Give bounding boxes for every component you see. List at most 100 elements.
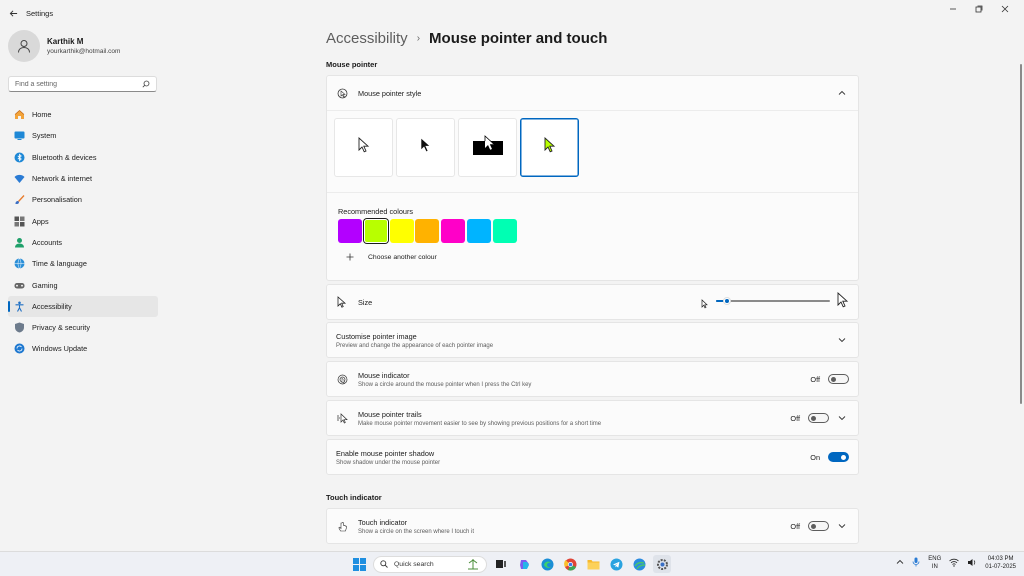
sidebar-item-time-language[interactable]: Time & language	[8, 253, 158, 274]
colour-swatch[interactable]	[364, 219, 388, 243]
page-title: Mouse pointer and touch	[429, 30, 607, 47]
sidebar-item-home[interactable]: Home	[8, 104, 158, 125]
search-box[interactable]	[8, 76, 157, 92]
sidebar-item-label: Windows Update	[32, 344, 87, 353]
touch-indicator-toggle[interactable]	[808, 521, 829, 531]
app-title: Settings	[26, 9, 53, 18]
touch-indicator-title: Touch indicator	[358, 518, 790, 527]
pointer-style-custom[interactable]	[520, 118, 579, 177]
pointer-style-options	[334, 118, 579, 177]
scrollbar[interactable]	[1020, 64, 1022, 404]
sidebar-item-system[interactable]: System	[8, 125, 158, 146]
microphone-icon[interactable]	[912, 557, 920, 569]
size-label: Size	[358, 298, 849, 307]
sidebar-item-gaming[interactable]: Gaming	[8, 274, 158, 295]
size-slider[interactable]	[716, 300, 830, 302]
pointer-shadow-toggle[interactable]	[828, 452, 849, 462]
touch-indicator-state: Off	[790, 522, 800, 531]
large-pointer-icon	[837, 292, 849, 313]
colour-swatch[interactable]	[493, 219, 517, 243]
mouse-indicator-title: Mouse indicator	[358, 371, 810, 380]
sidebar-item-label: Apps	[32, 217, 49, 226]
chevron-down-icon[interactable]	[835, 335, 849, 345]
sidebar-item-bluetooth[interactable]: Bluetooth & devices	[8, 147, 158, 168]
sidebar-item-network[interactable]: Network & internet	[8, 168, 158, 189]
profile[interactable]: Karthik M yourkarthik@hotmail.com	[8, 30, 120, 62]
language-region: IN	[928, 563, 941, 571]
mouse-indicator-toggle[interactable]	[828, 374, 849, 384]
minimize-icon[interactable]	[940, 0, 966, 18]
clock[interactable]: 04:03 PM 01-07-2025	[985, 555, 1016, 571]
section-title-mouse-pointer: Mouse pointer	[326, 60, 377, 69]
pointer-trails-state: Off	[790, 414, 800, 423]
colour-swatch[interactable]	[415, 219, 439, 243]
sidebar-item-label: System	[32, 131, 56, 140]
taskbar-search-label: Quick search	[394, 561, 466, 568]
chrome-icon[interactable]	[561, 555, 579, 573]
chevron-up-icon[interactable]	[896, 559, 904, 567]
mouse-indicator-icon	[336, 373, 348, 385]
settings-app-icon[interactable]	[653, 555, 671, 573]
breadcrumb-parent[interactable]: Accessibility	[326, 30, 408, 47]
pointer-style-header[interactable]: Mouse pointer style	[327, 76, 858, 111]
touch-icon	[336, 520, 348, 532]
touch-indicator-card: Touch indicator Show a circle on the scr…	[326, 508, 859, 544]
windows-start-icon[interactable]	[350, 555, 368, 573]
sidebar-item-label: Privacy & security	[32, 323, 90, 332]
customise-pointer-card[interactable]: Customise pointer image Preview and chan…	[326, 322, 859, 358]
pointer-trails-toggle[interactable]	[808, 413, 829, 423]
restore-icon[interactable]	[966, 0, 992, 18]
language-indicator[interactable]: ENG IN	[928, 555, 941, 571]
chevron-down-icon[interactable]	[835, 413, 849, 423]
sidebar-item-label: Bluetooth & devices	[32, 153, 97, 162]
sidebar-item-personalisation[interactable]: Personalisation	[8, 189, 158, 210]
black-pointer-icon	[420, 137, 432, 158]
home-icon	[14, 109, 25, 120]
clock-time: 04:03 PM	[985, 555, 1016, 563]
pointer-trails-desc: Make mouse pointer movement easier to se…	[358, 421, 790, 427]
pointer-style-card: Mouse pointer style Recommended colours …	[326, 75, 859, 281]
volume-icon[interactable]	[967, 558, 977, 569]
custom-colour-pointer-icon	[544, 137, 556, 158]
pointer-shadow-state: On	[810, 453, 820, 462]
colour-swatch[interactable]	[338, 219, 362, 243]
pointer-style-white[interactable]	[334, 118, 393, 177]
telegram-icon[interactable]	[607, 555, 625, 573]
close-icon[interactable]	[992, 0, 1018, 18]
colour-swatch[interactable]	[390, 219, 414, 243]
colour-swatch[interactable]	[467, 219, 491, 243]
back-arrow-icon[interactable]	[0, 0, 26, 26]
wifi-icon	[14, 173, 25, 184]
sidebar-item-label: Accounts	[32, 238, 62, 247]
pointer-style-black[interactable]	[396, 118, 455, 177]
sidebar-item-privacy[interactable]: Privacy & security	[8, 317, 158, 338]
gaming-icon	[14, 280, 25, 291]
maps-icon[interactable]	[630, 555, 648, 573]
file-explorer-icon[interactable]	[584, 555, 602, 573]
sidebar-item-windows-update[interactable]: Windows Update	[8, 338, 158, 359]
sidebar-item-label: Personalisation	[32, 195, 82, 204]
copilot-icon[interactable]	[515, 555, 533, 573]
sidebar-item-label: Accessibility	[32, 302, 72, 311]
mouse-indicator-desc: Show a circle around the mouse pointer w…	[358, 382, 810, 388]
choose-another-colour[interactable]: Choose another colour	[339, 248, 437, 266]
section-title-touch-indicator: Touch indicator	[326, 493, 382, 502]
pointer-shadow-card: Enable mouse pointer shadow Show shadow …	[326, 439, 859, 475]
pointer-style-inverted[interactable]	[458, 118, 517, 177]
plus-icon	[339, 248, 361, 266]
search-input[interactable]	[15, 81, 142, 88]
chevron-down-icon[interactable]	[835, 521, 849, 531]
wifi-icon[interactable]	[949, 558, 959, 569]
taskbar: Quick search	[0, 551, 1024, 576]
edge-icon[interactable]	[538, 555, 556, 573]
chevron-up-icon[interactable]	[835, 88, 849, 98]
clock-date: 01-07-2025	[985, 563, 1016, 571]
colour-swatch[interactable]	[441, 219, 465, 243]
sidebar-item-accounts[interactable]: Accounts	[8, 232, 158, 253]
task-view-icon[interactable]	[492, 555, 510, 573]
taskbar-search[interactable]: Quick search	[373, 556, 487, 573]
sidebar-item-accessibility[interactable]: Accessibility	[8, 296, 158, 317]
accessibility-icon	[14, 301, 25, 312]
sidebar-item-apps[interactable]: Apps	[8, 210, 158, 231]
title-bar: Settings	[0, 0, 1024, 26]
